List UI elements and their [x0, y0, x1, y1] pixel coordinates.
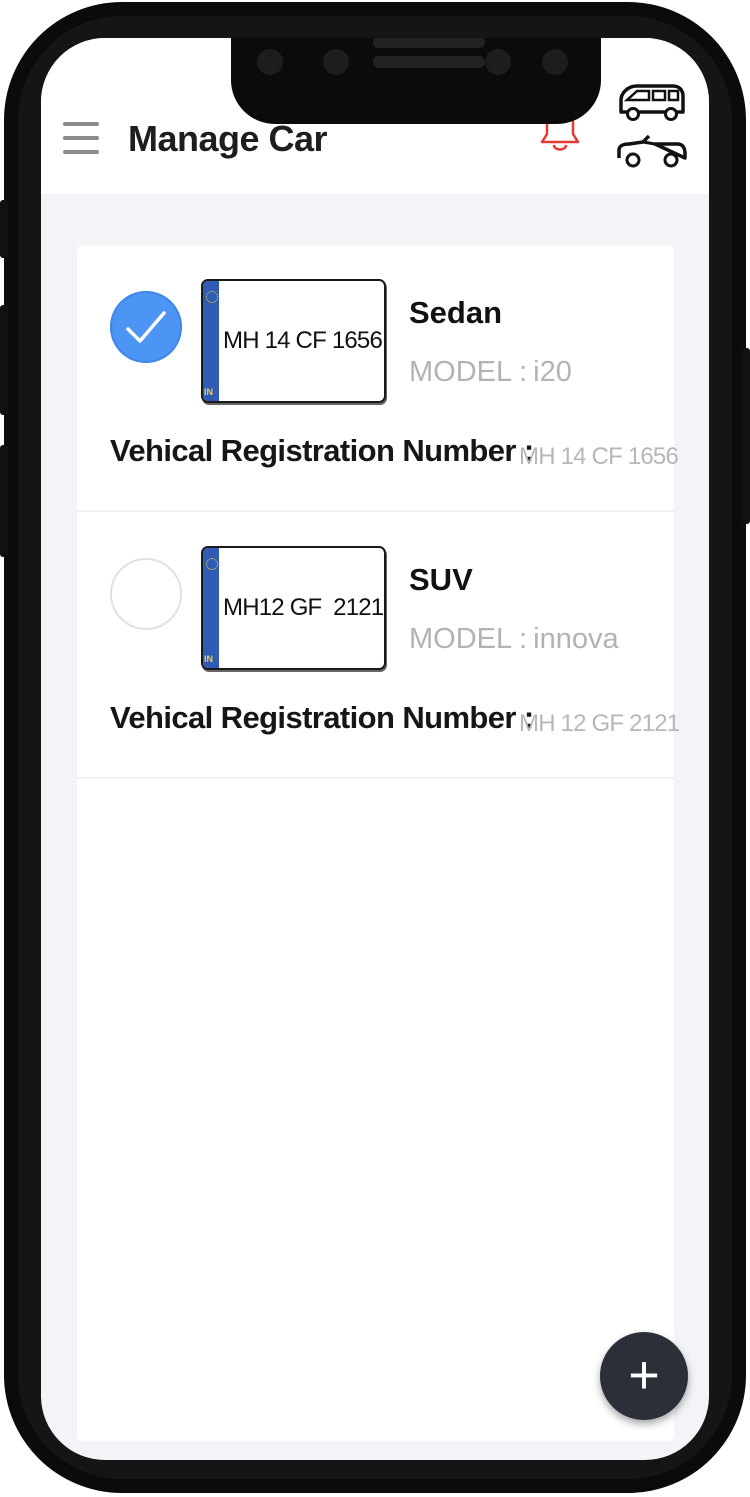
- camera-dot: [323, 49, 349, 75]
- front-camera-dot: [542, 49, 568, 75]
- registration-label: Vehical Registration Number :: [110, 433, 534, 468]
- camera-notch: [231, 38, 601, 124]
- app-screen: Manage Car IN MH 14 CF 1656 Sedan MODEL …: [41, 38, 709, 1460]
- mute-switch: [0, 200, 8, 258]
- registration-label: Vehical Registration Number :: [110, 700, 534, 735]
- car-list-item[interactable]: IN MH 14 CF 1656 Sedan MODEL : i20 Vehica…: [77, 245, 679, 512]
- cars-icon[interactable]: [615, 80, 687, 172]
- add-car-button[interactable]: +: [600, 1332, 688, 1420]
- sensor-dot: [257, 49, 283, 75]
- plate-country-band: IN: [203, 281, 219, 401]
- car-model: MODEL : i20: [409, 356, 572, 389]
- license-plate: IN MH 14 CF 1656: [201, 279, 386, 403]
- speaker-grille: [373, 38, 485, 48]
- plus-icon: +: [628, 1345, 660, 1405]
- proximity-dot: [485, 49, 511, 75]
- license-plate: IN MH12 GF 2121: [201, 546, 386, 670]
- page-title: Manage Car: [128, 118, 328, 159]
- plate-number: MH12 GF 2121: [223, 594, 384, 621]
- car-list: IN MH 14 CF 1656 Sedan MODEL : i20 Vehica…: [77, 245, 680, 1441]
- car-list-item[interactable]: IN MH12 GF 2121 SUV MODEL : innova Vehica…: [77, 512, 680, 779]
- plate-country-code: IN: [204, 387, 213, 397]
- car-model: MODEL : innova: [409, 623, 619, 656]
- plate-number: MH 14 CF 1656: [223, 327, 383, 354]
- model-value: innova: [533, 623, 619, 655]
- car-type: SUV: [409, 562, 473, 597]
- model-label: MODEL :: [409, 623, 528, 655]
- car-type: Sedan: [409, 295, 503, 330]
- speaker-grille-lower: [373, 56, 485, 68]
- power-button: [742, 348, 750, 524]
- volume-up-button: [0, 305, 8, 415]
- volume-down-button: [0, 445, 8, 557]
- model-label: MODEL :: [409, 356, 528, 388]
- plate-country-code: IN: [204, 654, 213, 664]
- plate-country-band: IN: [203, 548, 219, 668]
- unselected-radio-icon[interactable]: [110, 558, 182, 630]
- selected-check-icon[interactable]: [110, 291, 182, 363]
- registration-value: MH 14 CF 1656: [519, 443, 679, 470]
- hamburger-menu-icon[interactable]: [63, 122, 99, 156]
- registration-value: MH 12 GF 2121: [519, 710, 680, 737]
- model-value: i20: [533, 356, 572, 388]
